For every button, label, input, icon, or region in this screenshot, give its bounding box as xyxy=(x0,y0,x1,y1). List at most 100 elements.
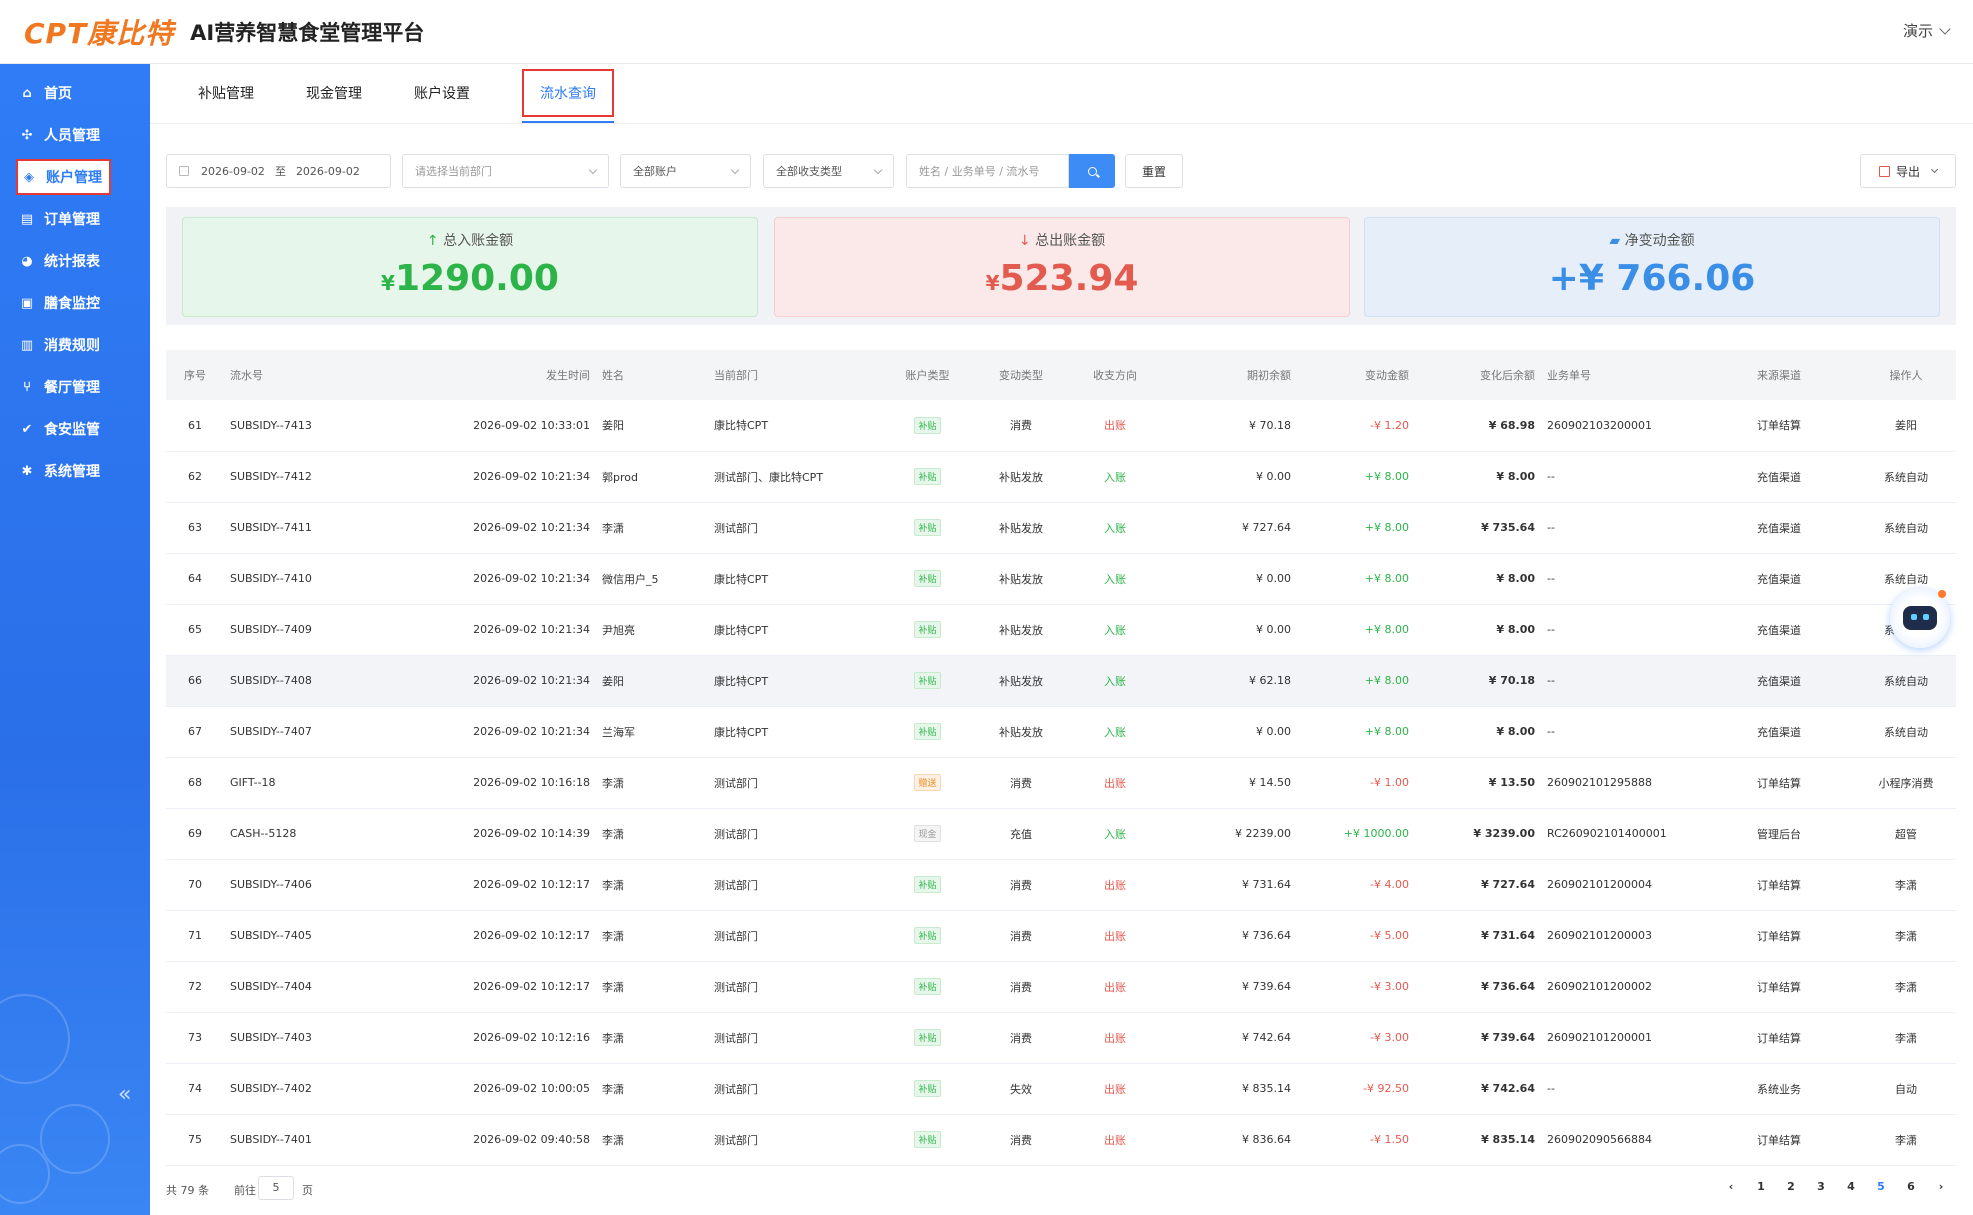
brand-logo[interactable]: CPT康比特 xyxy=(24,12,174,52)
cell-dept: 测试部门 xyxy=(714,1133,758,1147)
cell-biz: 260902090566884 xyxy=(1547,1133,1652,1146)
column-header[interactable]: 变动金额 xyxy=(1297,350,1415,400)
cell-time: 2026-09-02 10:21:34 xyxy=(473,470,590,483)
sidebar-item-8[interactable]: ✔ 食安监管 xyxy=(0,408,150,450)
ai-assistant-button[interactable] xyxy=(1890,588,1950,648)
cell-serial: SUBSIDY--7413 xyxy=(230,418,312,432)
account-type-tag: 补贴 xyxy=(914,519,941,536)
next-page-button[interactable]: › xyxy=(1926,1180,1956,1193)
cell-dept: 测试部门 xyxy=(714,776,758,790)
table-row[interactable]: 63 SUBSIDY--7411 2026-09-02 10:21:34 李潇 测试部门… xyxy=(166,502,1956,553)
column-header[interactable]: 期初余额 xyxy=(1159,350,1297,400)
goto-suffix: 页 xyxy=(302,1184,313,1197)
cell-name: 李潇 xyxy=(602,827,624,841)
column-header[interactable]: 发生时间 xyxy=(394,350,596,400)
sidebar-item-6[interactable]: ▥ 消费规则 xyxy=(0,324,150,366)
column-header[interactable]: 业务单号 xyxy=(1541,350,1751,400)
table-row[interactable]: 68 GIFT--18 2026-09-02 10:16:18 李潇 测试部门 赠送 消费 出… xyxy=(166,757,1956,808)
column-header[interactable]: 流水号 xyxy=(224,350,394,400)
sidebar-collapse-button[interactable]: « xyxy=(118,1082,131,1107)
tab-1[interactable]: 现金管理 xyxy=(280,63,388,123)
cell-biz: 260902101200002 xyxy=(1547,980,1652,993)
user-menu[interactable]: 演示 xyxy=(1903,20,1951,41)
account-type-tag: 补贴 xyxy=(914,1080,941,1097)
column-header[interactable]: 姓名 xyxy=(596,350,708,400)
cell-channel: 订单结算 xyxy=(1757,929,1801,943)
cell-open: ¥ 742.64 xyxy=(1242,1031,1291,1044)
sidebar-item-7[interactable]: ⑂ 餐厅管理 xyxy=(0,366,150,408)
account-select[interactable]: 全部账户 xyxy=(620,154,751,188)
sidebar-item-9[interactable]: ✱ 系统管理 xyxy=(0,450,150,492)
total-in-label: 总入账金额 xyxy=(443,233,514,249)
page-button[interactable]: 4 xyxy=(1836,1180,1866,1193)
sidebar-item-2[interactable]: ◈ 账户管理 xyxy=(16,159,111,195)
currency-symbol: ¥ xyxy=(381,271,395,295)
sidebar-item-5[interactable]: ▣ 膳食监控 xyxy=(0,282,150,324)
table-row[interactable]: 73 SUBSIDY--7403 2026-09-02 10:12:16 李潇 测试部门… xyxy=(166,1012,1956,1063)
column-header[interactable]: 来源渠道 xyxy=(1751,350,1856,400)
page-list: ‹ 1 2 3 4 5 6 › xyxy=(1716,1180,1956,1193)
cell-op: 李潇 xyxy=(1895,1133,1917,1147)
table-row[interactable]: 61 SUBSIDY--7413 2026-09-02 10:33:01 姜阳 康比特C… xyxy=(166,400,1956,451)
search-input[interactable]: 姓名 / 业务单号 / 流水号 xyxy=(906,154,1069,188)
date-end: 2026-09-02 xyxy=(295,164,360,178)
table-row[interactable]: 72 SUBSIDY--7404 2026-09-02 10:12:17 李潇 测试部门… xyxy=(166,961,1956,1012)
cell-channel: 订单结算 xyxy=(1757,419,1801,433)
cell-dept: 测试部门 xyxy=(714,1031,758,1045)
sidebar-item-3[interactable]: ▤ 订单管理 xyxy=(0,198,150,240)
table-row[interactable]: 70 SUBSIDY--7406 2026-09-02 10:12:17 李潇 测试部门… xyxy=(166,859,1956,910)
cell-biz: 260902101200003 xyxy=(1547,929,1652,942)
cell-serial: SUBSIDY--7409 xyxy=(230,623,312,636)
cell-open: ¥ 731.64 xyxy=(1242,878,1291,891)
sidebar-item-0[interactable]: ⌂ 首页 xyxy=(0,72,150,114)
type-select[interactable]: 全部收支类型 xyxy=(763,154,894,188)
table-row[interactable]: 75 SUBSIDY--7401 2026-09-02 09:40:58 李潇 测试部门… xyxy=(166,1114,1956,1165)
prev-page-button[interactable]: ‹ xyxy=(1716,1180,1746,1193)
reset-button[interactable]: 重置 xyxy=(1125,154,1183,188)
page-button[interactable]: 2 xyxy=(1776,1180,1806,1193)
table-row[interactable]: 64 SUBSIDY--7410 2026-09-02 10:21:34 微信用户_5… xyxy=(166,553,1956,604)
sidebar-item-4[interactable]: ◕ 统计报表 xyxy=(0,240,150,282)
column-header[interactable]: 序号 xyxy=(166,350,224,400)
account-type-tag: 现金 xyxy=(914,825,941,842)
table-row[interactable]: 66 SUBSIDY--7408 2026-09-02 10:21:34 姜阳 康比特C… xyxy=(166,655,1956,706)
table-row[interactable]: 65 SUBSIDY--7409 2026-09-02 10:21:34 尹旭亮 康比特… xyxy=(166,604,1956,655)
column-header[interactable]: 收支方向 xyxy=(1071,350,1159,400)
date-range-picker[interactable]: 2026-09-02 至 2026-09-02 xyxy=(166,154,391,188)
column-header[interactable]: 变化后余额 xyxy=(1415,350,1541,400)
cell-name: 微信用户_5 xyxy=(602,572,659,586)
calendar-icon xyxy=(179,166,189,176)
column-header[interactable]: 账户类型 xyxy=(884,350,971,400)
table-row[interactable]: 62 SUBSIDY--7412 2026-09-02 10:21:34 郭prod 测… xyxy=(166,451,1956,502)
cell-after: ¥ 727.64 xyxy=(1481,878,1535,891)
column-header[interactable]: 当前部门 xyxy=(708,350,884,400)
cell-op: 李潇 xyxy=(1895,980,1917,994)
page-button[interactable]: 6 xyxy=(1896,1180,1926,1193)
table-row[interactable]: 69 CASH--5128 2026-09-02 10:14:39 李潇 测试部门 现金 充… xyxy=(166,808,1956,859)
cell-amt: -¥ 1.20 xyxy=(1370,418,1409,432)
goto-page-input[interactable]: 5 xyxy=(258,1176,294,1200)
export-button[interactable]: 导出 xyxy=(1860,154,1956,188)
cell-change: 充值 xyxy=(1010,827,1032,841)
cell-acct: 补贴 xyxy=(884,604,971,655)
cell-acct: 现金 xyxy=(884,808,971,859)
tab-2[interactable]: 账户设置 xyxy=(388,63,496,123)
column-header[interactable]: 操作人 xyxy=(1856,350,1956,400)
table-row[interactable]: 71 SUBSIDY--7405 2026-09-02 10:12:17 李潇 测试部门… xyxy=(166,910,1956,961)
department-select[interactable]: 请选择当前部门 xyxy=(402,154,609,188)
page-button[interactable]: 1 xyxy=(1746,1180,1776,1193)
column-header[interactable]: 变动类型 xyxy=(971,350,1071,400)
page-button[interactable]: 3 xyxy=(1806,1180,1836,1193)
sidebar-item-1[interactable]: ✣ 人员管理 xyxy=(0,114,150,156)
table-row[interactable]: 67 SUBSIDY--7407 2026-09-02 10:21:34 兰海军 康比特… xyxy=(166,706,1956,757)
cell-biz: RC260902101400001 xyxy=(1547,827,1667,840)
net-change-label: 净变动金额 xyxy=(1624,233,1695,249)
tab-0[interactable]: 补贴管理 xyxy=(172,63,280,123)
page-button[interactable]: 5 xyxy=(1866,1180,1896,1193)
table-row[interactable]: 74 SUBSIDY--7402 2026-09-02 10:00:05 李潇 测试部门… xyxy=(166,1063,1956,1114)
cell-amt: -¥ 3.00 xyxy=(1370,1031,1409,1044)
tab-3[interactable]: 流水查询 xyxy=(496,63,640,123)
cell-dir: 出账 xyxy=(1104,929,1126,943)
cell-name: 李潇 xyxy=(602,776,624,790)
search-button[interactable] xyxy=(1069,154,1115,188)
